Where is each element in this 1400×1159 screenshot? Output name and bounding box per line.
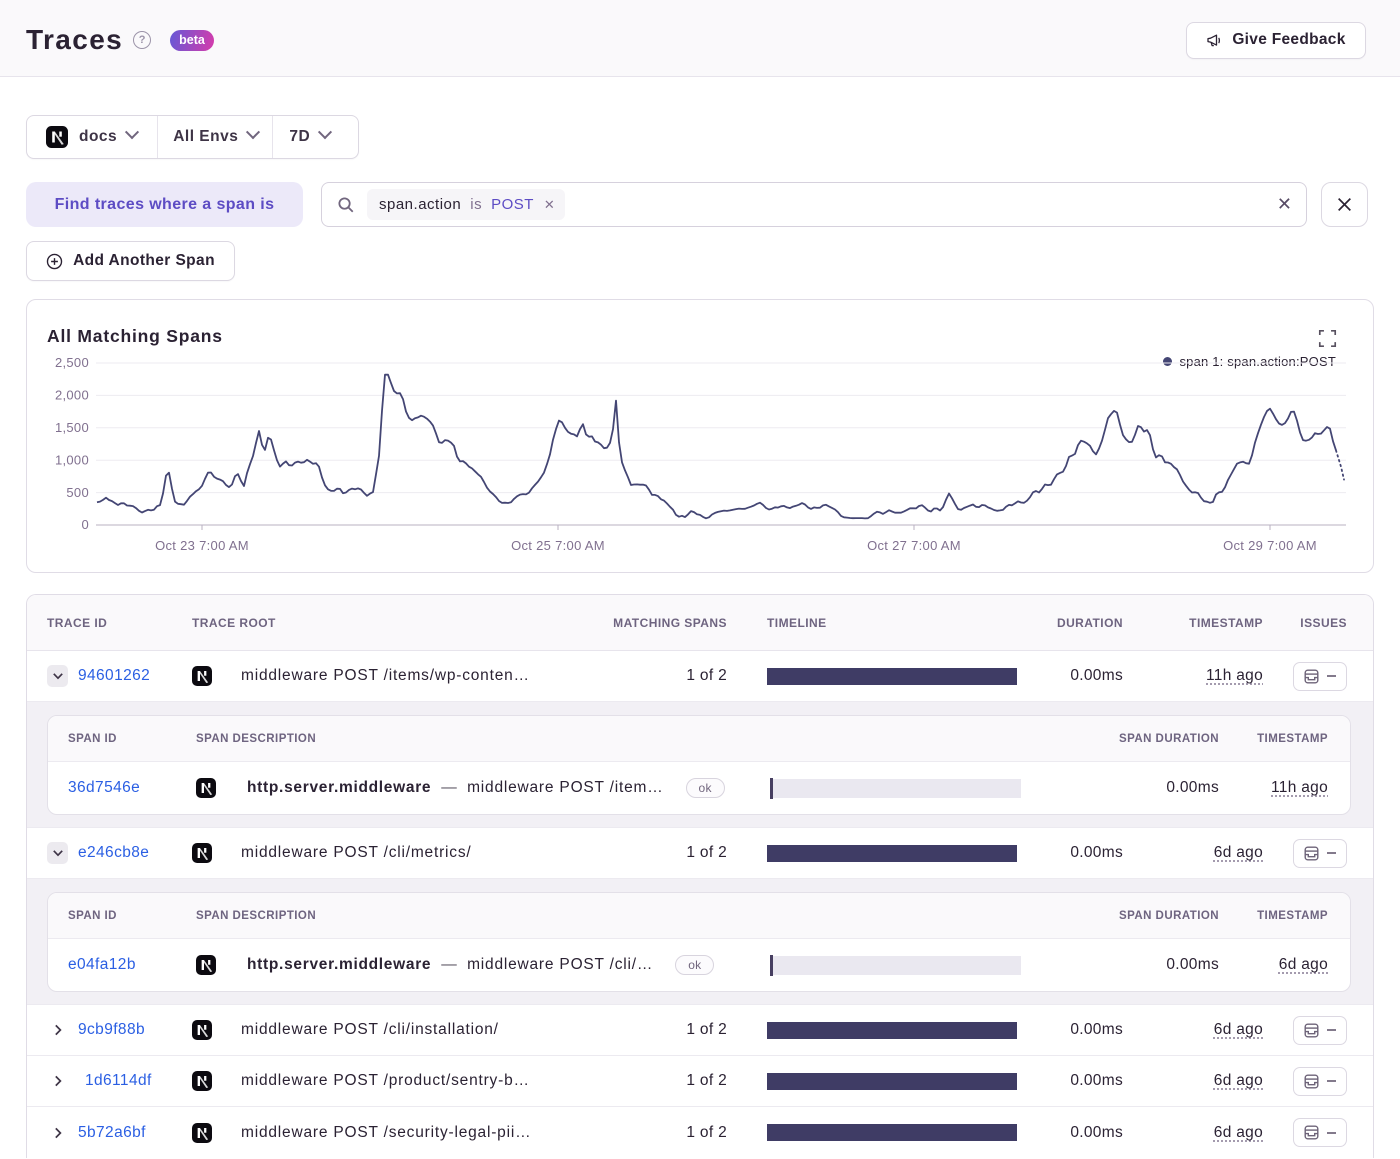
svg-text:2,500: 2,500: [55, 355, 89, 370]
svg-text:Oct 25 7:00 AM: Oct 25 7:00 AM: [511, 538, 605, 553]
svg-text:1,000: 1,000: [55, 452, 89, 467]
svg-text:500: 500: [66, 485, 89, 500]
svg-text:1,500: 1,500: [55, 420, 89, 435]
svg-text:Oct 27 7:00 AM: Oct 27 7:00 AM: [867, 538, 961, 553]
svg-text:0: 0: [81, 517, 89, 532]
svg-text:2,000: 2,000: [55, 388, 89, 403]
svg-text:Oct 23 7:00 AM: Oct 23 7:00 AM: [155, 538, 249, 553]
svg-text:Oct 29 7:00 AM: Oct 29 7:00 AM: [1223, 538, 1317, 553]
